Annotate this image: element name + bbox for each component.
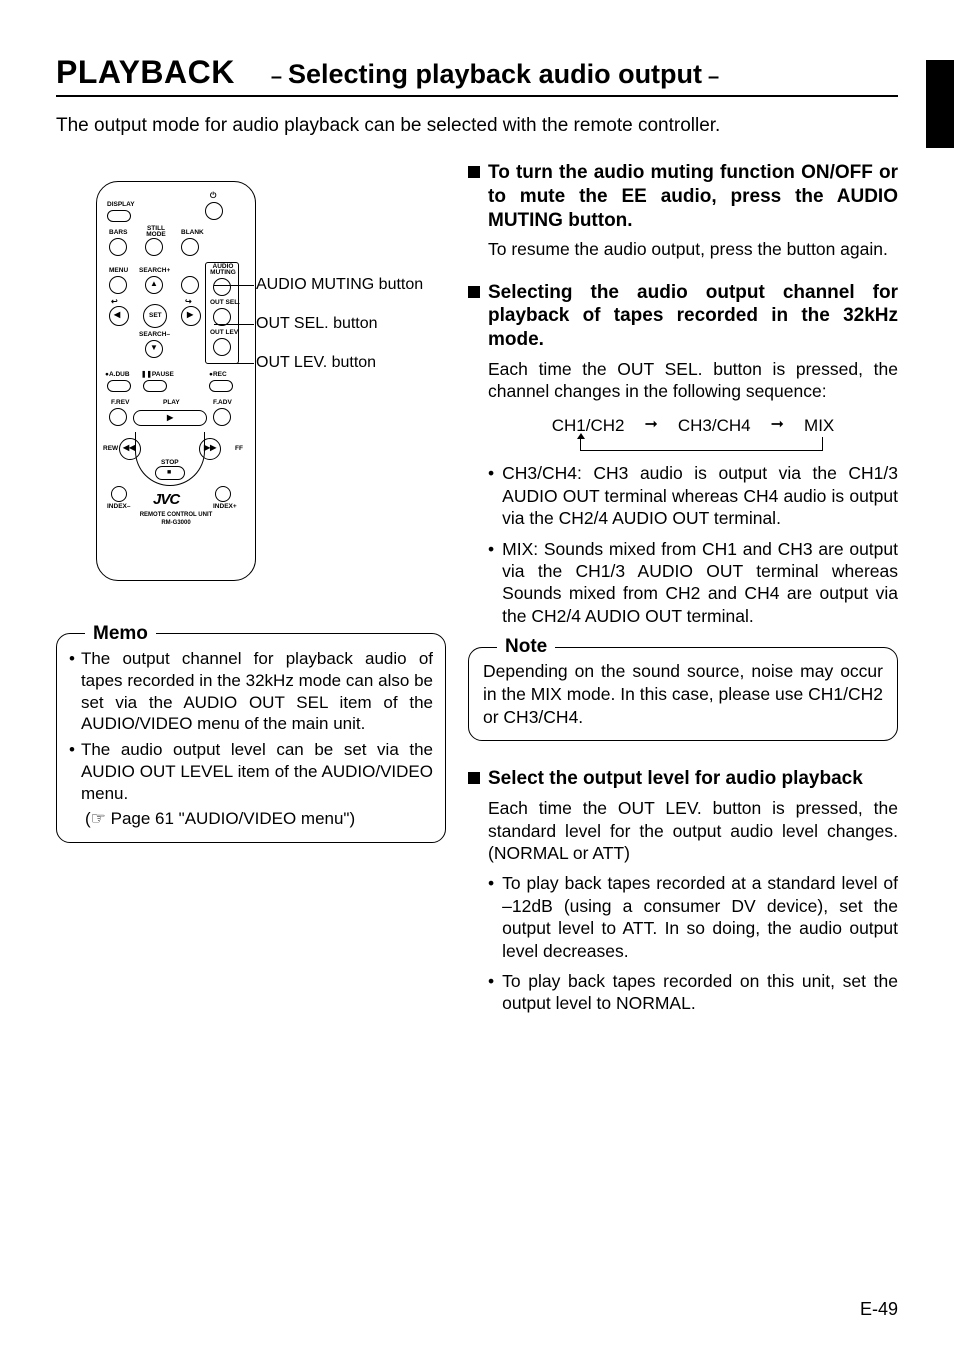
memo-item: The output channel for playback audio of… — [81, 648, 433, 735]
note-title: Note — [497, 635, 555, 660]
note-box: Note Depending on the sound source, nois… — [468, 647, 898, 741]
outlev-body: Each time the OUT LEV. button is pressed… — [488, 797, 898, 864]
bullet-square-icon — [468, 772, 480, 784]
note-body: Depending on the sound source, noise may… — [483, 660, 883, 728]
arrow-right-icon: ➞ — [644, 415, 657, 435]
channel-sequence: CH1/CH2 ➞ CH3/CH4 ➞ MIX — [488, 415, 898, 455]
outlev-heading: Select the output level for audio playba… — [488, 767, 863, 791]
intro-text: The output mode for audio playback can b… — [56, 115, 898, 137]
outsel-bullet: CH3/CH4: CH3 audio is output via the CH1… — [502, 462, 898, 529]
outlev-bullet: To play back tapes recorded at a standar… — [502, 872, 898, 962]
page-number: E-49 — [860, 1299, 898, 1320]
remote-callouts: AUDIO MUTING button OUT SEL. button OUT … — [256, 181, 423, 392]
page-header: PLAYBACK –Selecting playback audio outpu… — [56, 54, 898, 97]
arrow-right-icon: ➞ — [771, 415, 784, 435]
outsel-body: Each time the OUT SEL. button is pressed… — [488, 358, 898, 403]
outsel-bullet: MIX: Sounds mixed from CH1 and CH3 are o… — [502, 538, 898, 628]
memo-title: Memo — [85, 622, 156, 646]
bullet-square-icon — [468, 166, 480, 178]
muting-heading: To turn the audio muting function ON/OFF… — [488, 161, 898, 232]
bullet-square-icon — [468, 286, 480, 298]
memo-item: The audio output level can be set via th… — [81, 739, 433, 804]
outsel-heading: Selecting the audio output channel for p… — [488, 281, 898, 352]
return-arrow-icon — [580, 437, 823, 451]
section-title: PLAYBACK — [56, 54, 235, 91]
thumb-tab — [926, 60, 954, 148]
memo-reference: (☞ Page 61 "AUDIO/VIDEO menu") — [85, 808, 433, 830]
callout-out-lev: OUT LEV. button — [256, 354, 376, 371]
memo-box: Memo The output channel for playback aud… — [56, 633, 446, 843]
callout-audio-muting: AUDIO MUTING button — [256, 276, 423, 293]
section-subtitle: –Selecting playback audio output– — [265, 59, 725, 90]
outlev-bullet: To play back tapes recorded on this unit… — [502, 970, 898, 1015]
muting-body: To resume the audio output, press the bu… — [468, 238, 898, 260]
remote-diagram: DISPLAY ⏻ BARS STILL MODE BLANK AUDIO MU… — [96, 181, 256, 581]
callout-out-sel: OUT SEL. button — [256, 315, 378, 332]
